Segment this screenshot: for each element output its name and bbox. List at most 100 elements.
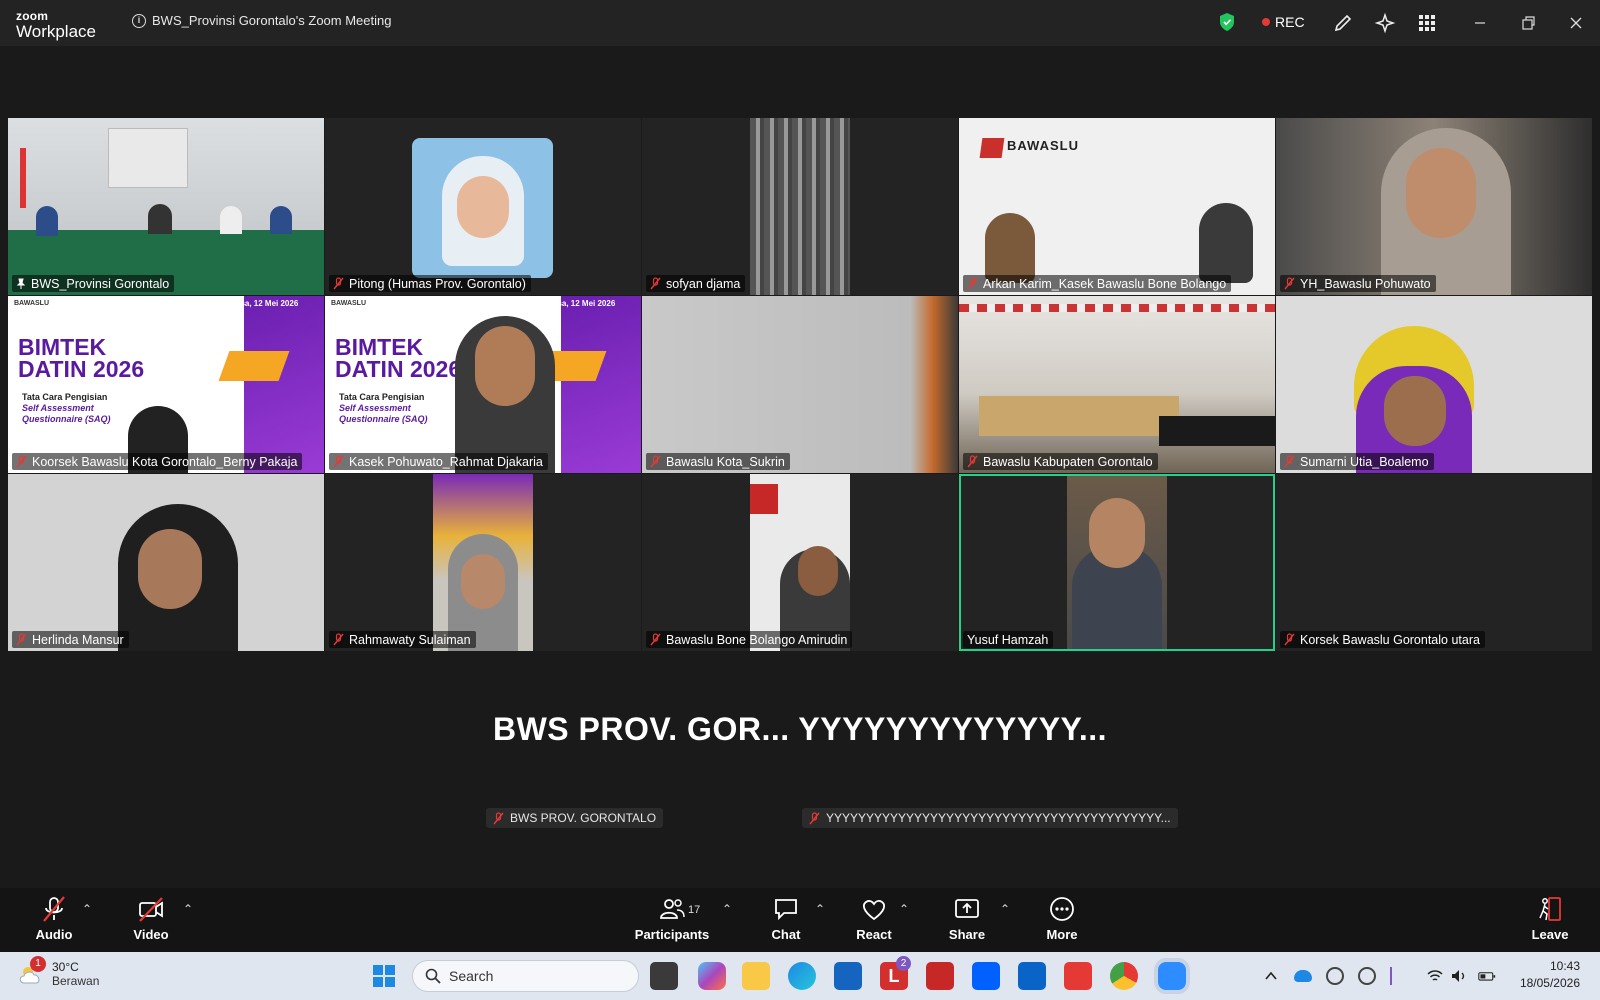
participant-name-label: sofyan djama bbox=[646, 275, 746, 292]
participant-tile[interactable]: Bawaslu Kota_Sukrin bbox=[642, 296, 958, 473]
muted-mic-icon bbox=[16, 455, 27, 468]
ai-companion-sparkle-icon[interactable] bbox=[1374, 12, 1396, 34]
meeting-info[interactable]: i BWS_Provinsi Gorontalo's Zoom Meeting bbox=[132, 13, 391, 28]
edge-browser-icon[interactable] bbox=[788, 962, 816, 990]
video-feed bbox=[433, 474, 533, 651]
recording-indicator[interactable]: REC bbox=[1262, 14, 1305, 30]
mcafee-icon[interactable] bbox=[926, 962, 954, 990]
outlook-icon[interactable] bbox=[1018, 962, 1046, 990]
more-ellipsis-icon bbox=[1050, 897, 1074, 921]
share-button[interactable]: Share bbox=[927, 894, 1007, 942]
audio-participant-chip[interactable]: BWS PROV. GORONTALO bbox=[486, 808, 664, 828]
leave-button[interactable]: Leave bbox=[1510, 894, 1590, 942]
slide-org: BAWASLU bbox=[331, 300, 366, 307]
muted-mic-icon bbox=[650, 277, 661, 290]
muted-mic-icon bbox=[333, 633, 344, 646]
minimize-icon[interactable] bbox=[1470, 13, 1490, 33]
taskbar-search-input[interactable]: Search bbox=[412, 960, 639, 992]
tray-overflow-chevron-icon[interactable] bbox=[1262, 967, 1280, 985]
participant-tile[interactable]: YH_Bawaslu Pohuwato bbox=[1276, 118, 1592, 295]
system-clock[interactable]: 10:43 18/05/2026 bbox=[1520, 958, 1580, 992]
info-icon[interactable]: i bbox=[132, 13, 146, 28]
video-label: Video bbox=[133, 927, 169, 942]
participants-label: Participants bbox=[634, 927, 710, 942]
leave-label: Leave bbox=[1531, 927, 1569, 942]
video-stage: BWS_Provinsi Gorontalo Pitong (Humas Pro… bbox=[0, 46, 1600, 888]
video-options-chevron-icon[interactable]: ⌃ bbox=[183, 902, 193, 916]
wps-office-icon[interactable] bbox=[1064, 962, 1092, 990]
participant-tile[interactable]: Pitong (Humas Prov. Gorontalo) bbox=[325, 118, 641, 295]
participant-name: Sumarni Utia_Boalemo bbox=[1300, 454, 1429, 469]
virtual-background: BAWASLU Selasa, 12 Mei 2026 BIMTEK DATIN… bbox=[8, 296, 324, 473]
file-explorer-icon[interactable] bbox=[742, 962, 770, 990]
participant-name-label: Herlinda Mansur bbox=[12, 631, 129, 648]
muted-mic-icon bbox=[333, 455, 344, 468]
participant-tile[interactable]: BAWASLU Selasa, 12 Mei 2026 BIMTEK DATIN… bbox=[8, 296, 324, 473]
clock-time: 10:43 bbox=[1549, 959, 1580, 973]
logo-line2: Workplace bbox=[16, 22, 96, 41]
participant-name-label: Rahmawaty Sulaiman bbox=[329, 631, 476, 648]
wifi-icon[interactable] bbox=[1426, 967, 1444, 985]
participant-tile[interactable]: Bawaslu Bone Bolango Amirudin bbox=[642, 474, 958, 651]
chat-options-chevron-icon[interactable]: ⌃ bbox=[815, 902, 825, 916]
heart-icon bbox=[862, 900, 886, 921]
participants-button[interactable]: Participants bbox=[632, 894, 712, 942]
participant-tile-active-speaker[interactable]: Yusuf Hamzah bbox=[959, 474, 1275, 651]
battery-icon[interactable] bbox=[1478, 967, 1496, 985]
participants-count: 17 bbox=[688, 904, 701, 916]
participant-tile[interactable]: Rahmawaty Sulaiman bbox=[325, 474, 641, 651]
video-feed bbox=[750, 474, 850, 651]
participant-name: Bawaslu Kota_Sukrin bbox=[666, 454, 785, 469]
video-button[interactable]: Video bbox=[111, 894, 191, 942]
participant-tile[interactable]: sofyan djama bbox=[642, 118, 958, 295]
participant-name-label: Bawaslu Kabupaten Gorontalo bbox=[963, 453, 1158, 470]
encryption-shield-icon[interactable] bbox=[1218, 12, 1236, 32]
muted-mic-icon bbox=[1284, 455, 1295, 468]
react-options-chevron-icon[interactable]: ⌃ bbox=[899, 902, 909, 916]
volume-icon[interactable] bbox=[1450, 967, 1468, 985]
chat-button[interactable]: Chat bbox=[746, 894, 826, 942]
video-feed bbox=[8, 118, 324, 295]
more-button[interactable]: More bbox=[1022, 894, 1102, 942]
search-placeholder: Search bbox=[449, 968, 494, 984]
participant-name-label: Sumarni Utia_Boalemo bbox=[1280, 453, 1434, 470]
zoom-app-icon[interactable] bbox=[1158, 962, 1186, 990]
video-feed bbox=[8, 474, 324, 651]
chrome-browser-icon[interactable] bbox=[1110, 962, 1138, 990]
bawaslu-logo-text: BAWASLU bbox=[1007, 138, 1079, 153]
participant-tile[interactable]: Sumarni Utia_Boalemo bbox=[1276, 296, 1592, 473]
store-icon[interactable] bbox=[834, 962, 862, 990]
audio-participant-chip[interactable]: YYYYYYYYYYYYYYYYYYYYYYYYYYYYYYYYYYYYYYYY… bbox=[802, 808, 1178, 828]
muted-mic-icon bbox=[493, 811, 504, 824]
slide-date: Selasa, 12 Mei 2026 bbox=[541, 299, 616, 308]
task-view-icon[interactable] bbox=[650, 962, 678, 990]
close-icon[interactable] bbox=[1566, 13, 1586, 33]
muted-mic-icon bbox=[650, 633, 661, 646]
muted-mic-icon bbox=[967, 277, 978, 290]
dropbox-icon[interactable] bbox=[972, 962, 1000, 990]
restore-icon[interactable] bbox=[1518, 13, 1538, 33]
muted-mic-icon bbox=[43, 896, 65, 922]
cloud-sync-icon[interactable] bbox=[1326, 967, 1344, 985]
participant-tile[interactable]: BAWASLU Arkan Karim_Kasek Bawaslu Bone B… bbox=[959, 118, 1275, 295]
audio-options-chevron-icon[interactable]: ⌃ bbox=[82, 902, 92, 916]
participant-name: sofyan djama bbox=[666, 276, 741, 291]
virtual-background: BAWASLU bbox=[959, 118, 1275, 295]
chat-bubble-icon bbox=[775, 899, 797, 921]
participant-tile[interactable]: Herlinda Mansur bbox=[8, 474, 324, 651]
participant-tile[interactable]: Korsek Bawaslu Gorontalo utara bbox=[1276, 474, 1592, 651]
participant-tile[interactable]: BAWASLU Selasa, 12 Mei 2026 BIMTEK DATIN… bbox=[325, 296, 641, 473]
participants-options-chevron-icon[interactable]: ⌃ bbox=[722, 902, 732, 916]
participant-tile[interactable]: Bawaslu Kabupaten Gorontalo bbox=[959, 296, 1275, 473]
windows-start-icon[interactable] bbox=[372, 964, 396, 988]
participant-tile[interactable]: BWS_Provinsi Gorontalo bbox=[8, 118, 324, 295]
apps-grid-icon[interactable] bbox=[1416, 12, 1438, 34]
refresh-icon[interactable] bbox=[1358, 967, 1376, 985]
copilot-icon[interactable] bbox=[698, 962, 726, 990]
onedrive-icon[interactable] bbox=[1294, 970, 1312, 982]
microphone-tray-icon[interactable] bbox=[1390, 967, 1408, 985]
participant-name-label: Yusuf Hamzah bbox=[963, 631, 1054, 648]
participant-name-label: Bawaslu Bone Bolango Amirudin bbox=[646, 631, 853, 648]
annotate-pen-icon[interactable] bbox=[1332, 12, 1354, 34]
share-options-chevron-icon[interactable]: ⌃ bbox=[1000, 902, 1010, 916]
